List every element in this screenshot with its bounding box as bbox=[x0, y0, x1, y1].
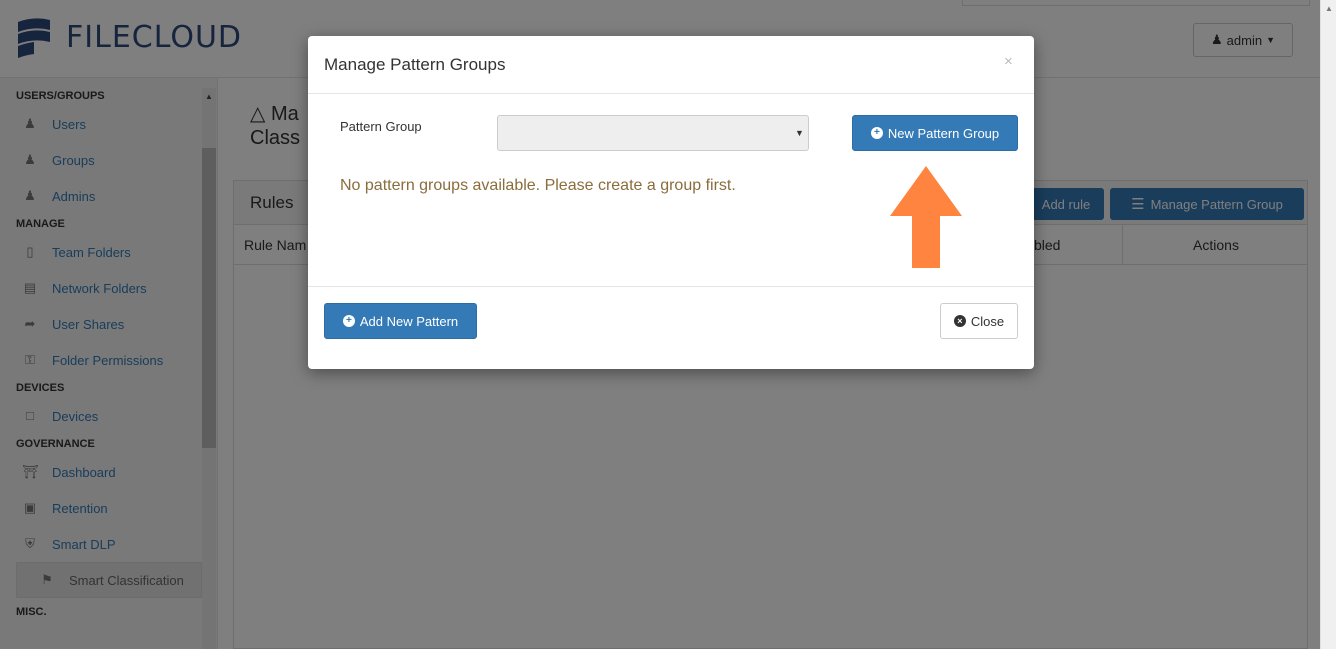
modal-footer: + Add New Pattern × Close bbox=[308, 286, 1034, 369]
caret-down-icon: ▼ bbox=[795, 128, 804, 138]
plus-circle-icon: + bbox=[342, 315, 355, 327]
modal-body: Pattern Group ▼ + New Pattern Group No p… bbox=[308, 94, 1034, 286]
add-new-pattern-label: Add New Pattern bbox=[359, 313, 459, 329]
pattern-group-label: Pattern Group bbox=[340, 119, 422, 134]
plus-circle-icon: + bbox=[870, 127, 883, 139]
new-pattern-group-button[interactable]: + New Pattern Group bbox=[852, 115, 1018, 151]
scroll-up-icon[interactable]: ▲ bbox=[1325, 4, 1333, 13]
empty-message: No pattern groups available. Please crea… bbox=[340, 177, 736, 194]
times-circle-icon: × bbox=[953, 315, 966, 327]
close-icon[interactable]: × bbox=[1004, 53, 1013, 70]
modal-title: Manage Pattern Groups bbox=[324, 55, 506, 74]
arrow-up-icon bbox=[890, 166, 962, 268]
new-pattern-group-label: New Pattern Group bbox=[887, 125, 1000, 141]
page-scrollbar[interactable]: ▲ bbox=[1320, 0, 1336, 649]
close-label: Close bbox=[970, 313, 1005, 329]
add-new-pattern-button[interactable]: + Add New Pattern bbox=[324, 303, 477, 339]
modal-header: Manage Pattern Groups × bbox=[308, 36, 1034, 94]
pattern-group-select[interactable]: ▼ bbox=[497, 115, 809, 151]
manage-pattern-groups-modal: Manage Pattern Groups × Pattern Group ▼ … bbox=[308, 36, 1034, 369]
close-button[interactable]: × Close bbox=[940, 303, 1018, 339]
